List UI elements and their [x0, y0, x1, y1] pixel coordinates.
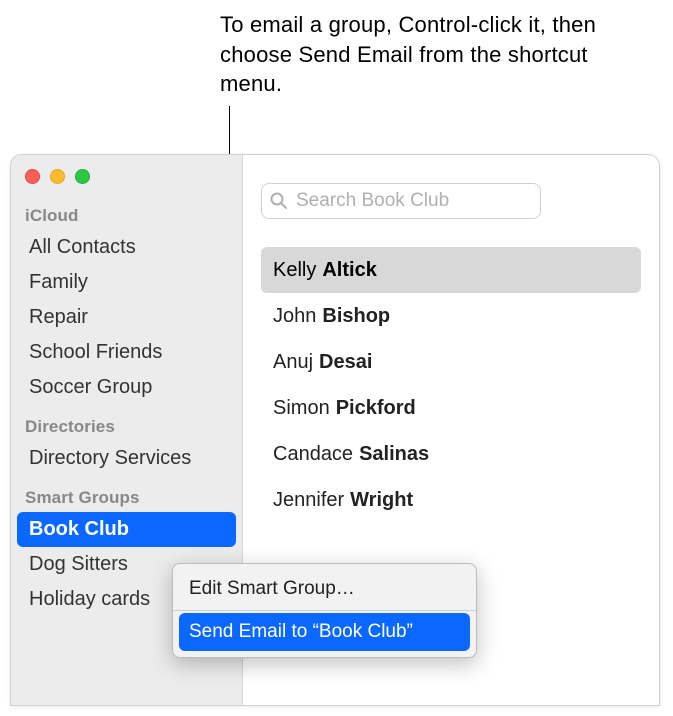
- sidebar-section-smart-groups: Smart Groups: [11, 476, 242, 512]
- contact-row[interactable]: Anuj Desai: [261, 339, 641, 385]
- sidebar-item-label: School Friends: [29, 341, 162, 364]
- contact-first: Anuj: [273, 351, 313, 374]
- contact-last: Altick: [322, 259, 376, 282]
- contact-last: Desai: [319, 351, 372, 374]
- contact-first: Kelly: [273, 259, 316, 282]
- close-window-button[interactable]: [25, 169, 40, 184]
- menu-item-edit-smart-group[interactable]: Edit Smart Group…: [173, 570, 476, 608]
- sidebar-item-soccer-group[interactable]: Soccer Group: [11, 370, 242, 405]
- sidebar-item-label: All Contacts: [29, 236, 136, 259]
- sidebar-section-icloud: iCloud: [11, 194, 242, 230]
- search-icon: [269, 191, 289, 211]
- sidebar-item-repair[interactable]: Repair: [11, 300, 242, 335]
- contact-first: Jennifer: [273, 489, 344, 512]
- sidebar-item-family[interactable]: Family: [11, 265, 242, 300]
- contact-row[interactable]: Kelly Altick: [261, 247, 641, 293]
- contact-row[interactable]: Candace Salinas: [261, 431, 641, 477]
- callout-line: [229, 106, 230, 154]
- contact-row[interactable]: John Bishop: [261, 293, 641, 339]
- sidebar-item-label: Holiday cards: [29, 588, 150, 611]
- help-caption: To email a group, Control-click it, then…: [220, 10, 650, 99]
- contact-last: Wright: [350, 489, 413, 512]
- contact-row[interactable]: Jennifer Wright: [261, 477, 641, 523]
- sidebar-item-label: Directory Services: [29, 447, 191, 470]
- search-input[interactable]: [261, 183, 541, 219]
- sidebar-item-label: Book Club: [29, 518, 129, 541]
- menu-item-send-email[interactable]: Send Email to “Book Club”: [179, 613, 470, 651]
- sidebar-item-directory-services[interactable]: Directory Services: [11, 441, 242, 476]
- sidebar-item-book-club[interactable]: Book Club: [17, 512, 236, 547]
- contact-last: Pickford: [336, 397, 416, 420]
- context-menu: Edit Smart Group… Send Email to “Book Cl…: [172, 563, 477, 658]
- sidebar-item-label: Soccer Group: [29, 376, 152, 399]
- contact-last: Bishop: [322, 305, 390, 328]
- sidebar-item-all-contacts[interactable]: All Contacts: [11, 230, 242, 265]
- menu-divider: [173, 610, 476, 611]
- search-wrap: [261, 183, 641, 219]
- window-controls: [11, 155, 242, 194]
- sidebar-item-label: Repair: [29, 306, 88, 329]
- sidebar-item-school-friends[interactable]: School Friends: [11, 335, 242, 370]
- contact-row[interactable]: Simon Pickford: [261, 385, 641, 431]
- zoom-window-button[interactable]: [75, 169, 90, 184]
- sidebar-section-directories: Directories: [11, 405, 242, 441]
- minimize-window-button[interactable]: [50, 169, 65, 184]
- contact-last: Salinas: [359, 443, 429, 466]
- sidebar-item-label: Family: [29, 271, 88, 294]
- sidebar-item-label: Dog Sitters: [29, 553, 128, 576]
- contact-first: Candace: [273, 443, 353, 466]
- contact-first: John: [273, 305, 316, 328]
- contact-first: Simon: [273, 397, 330, 420]
